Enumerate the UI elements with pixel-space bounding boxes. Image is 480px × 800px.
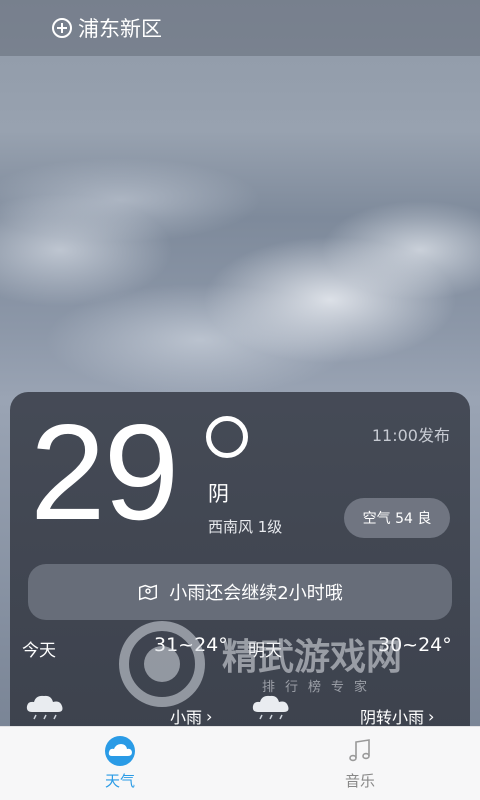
- forecast-tomorrow-condition-link[interactable]: 阴转小雨 ›: [360, 704, 434, 728]
- tab-weather[interactable]: 天气: [0, 727, 240, 800]
- location-bar: 浦东新区: [0, 0, 480, 56]
- forecast-today-temp: 31~24°: [154, 634, 228, 656]
- bottom-navigation: 天气 音乐: [0, 726, 480, 800]
- cloud-icon: [105, 736, 135, 766]
- tab-weather-label: 天气: [104, 772, 135, 790]
- publish-time: 11:00发布: [371, 426, 450, 445]
- rain-notice-text: 小雨还会继续2小时哦: [169, 583, 343, 604]
- rain-notice-button[interactable]: 小雨还会继续2小时哦: [28, 564, 452, 620]
- forecast-tomorrow-condition: 阴转小雨: [360, 708, 425, 727]
- chevron-right-icon: ›: [206, 706, 213, 726]
- location-name[interactable]: 浦东新区: [78, 13, 162, 43]
- weather-card: 29 阴 西南风 1级 11:00发布 空气 54 良 小雨还会继续2小时哦 今…: [10, 392, 470, 728]
- location-selector[interactable]: 浦东新区: [52, 14, 162, 42]
- current-condition: 阴: [208, 482, 229, 506]
- tab-music-label: 音乐: [344, 772, 375, 790]
- forecast-today-label: 今天: [22, 641, 56, 661]
- forecast-today-condition: 小雨: [170, 708, 203, 727]
- add-location-icon[interactable]: [52, 18, 72, 38]
- map-pin-icon: [139, 584, 158, 601]
- wind-info: 西南风 1级: [208, 518, 283, 536]
- forecast-tomorrow-label: 明天: [248, 641, 282, 661]
- air-quality-button[interactable]: 空气 54 良: [344, 498, 450, 538]
- tab-music[interactable]: 音乐: [240, 727, 480, 800]
- today-rain-cloud-icon: [26, 695, 63, 720]
- tomorrow-rain-cloud-icon: [252, 695, 289, 720]
- forecast-tomorrow-temp: 30~24°: [378, 634, 452, 656]
- current-temperature: 29: [30, 396, 179, 548]
- music-note-icon: [349, 739, 370, 762]
- forecast-today-condition-link[interactable]: 小雨 ›: [170, 704, 212, 728]
- chevron-right-icon: ›: [428, 706, 435, 726]
- degree-symbol: [206, 416, 248, 458]
